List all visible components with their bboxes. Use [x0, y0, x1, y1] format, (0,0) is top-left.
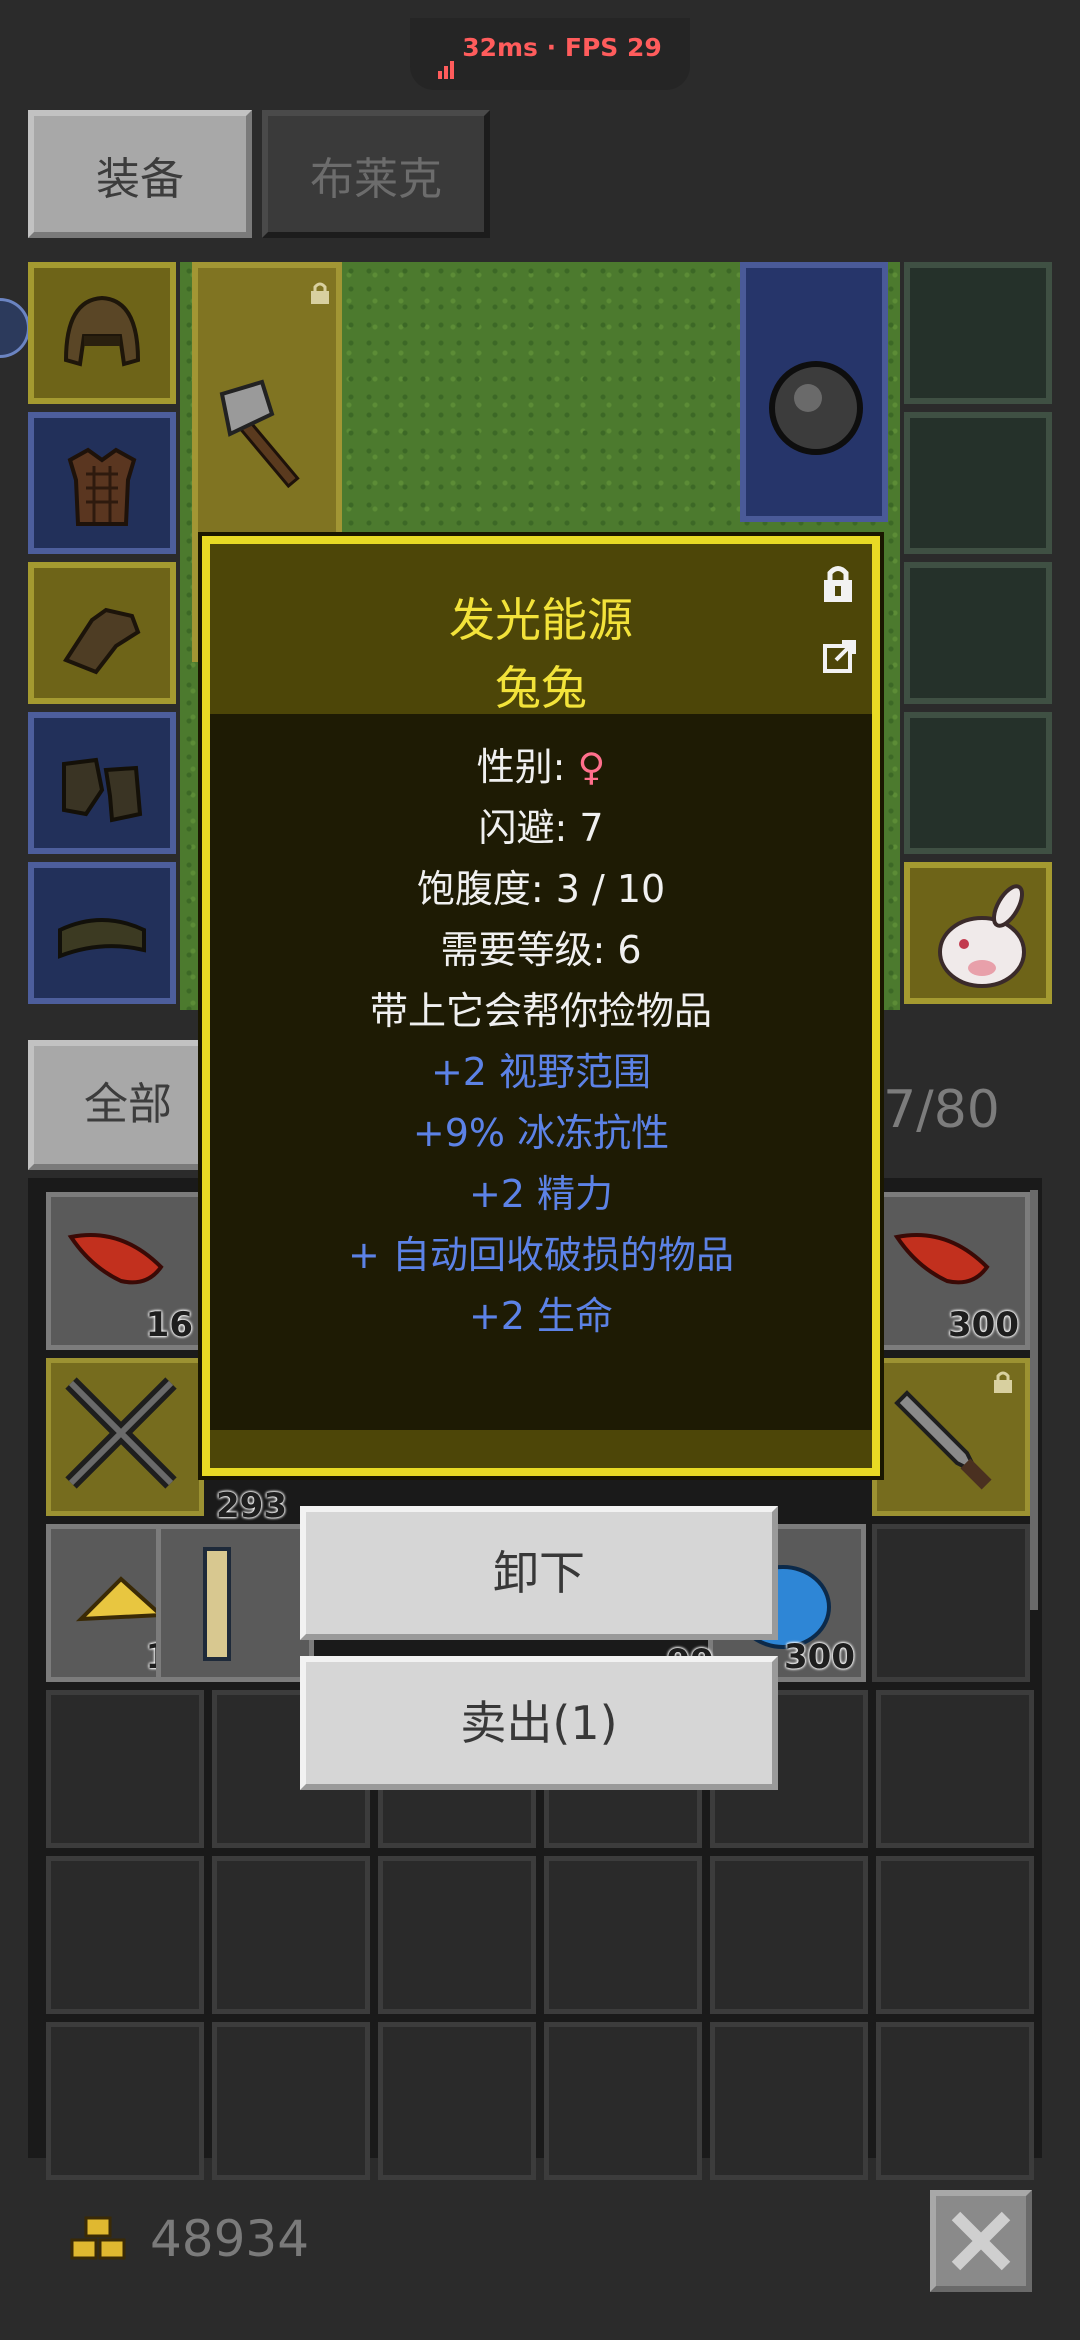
bag-slot-empty[interactable] — [710, 1856, 868, 2014]
bag-slot-empty[interactable] — [710, 2022, 868, 2180]
helmet-slot[interactable] — [28, 262, 176, 404]
bag-slot-feather[interactable]: 16 — [46, 1192, 204, 1350]
item-count: 293 — [216, 1486, 287, 1526]
bag-scrollbar[interactable] — [1030, 1190, 1038, 1610]
bag-slot-empty[interactable] — [876, 1690, 1034, 1848]
stat-label: 性别: — [476, 745, 578, 789]
close-icon — [951, 2211, 1011, 2271]
bonus-line: +9% 冰冻抗性 — [412, 1111, 670, 1155]
network-status: 32ms · FPS 29 — [410, 18, 690, 90]
bag-slot-empty[interactable] — [212, 2022, 370, 2180]
chestplate-icon — [67, 447, 137, 526]
female-icon: ♀ — [577, 745, 606, 789]
item-count: 300 — [948, 1305, 1019, 1345]
bonus-line: +2 精力 — [468, 1172, 614, 1216]
signal-icon — [438, 19, 456, 79]
shield-icon — [769, 361, 863, 455]
gold-amount: 48934 — [150, 2210, 310, 2268]
sell-button[interactable]: 卖出(1) — [300, 1656, 778, 1790]
gold-coins-icon — [70, 2216, 126, 2260]
boots-icon — [62, 757, 143, 823]
bag-slot-empty[interactable] — [544, 1856, 702, 2014]
ping-text: 32ms — [462, 33, 538, 62]
stat-satiety: 饱腹度: 3 / 10 — [416, 867, 666, 911]
helmet-icon — [63, 295, 141, 367]
bag-slot-empty[interactable] — [876, 1856, 1034, 2014]
scroll-icon — [203, 1547, 231, 1661]
close-button[interactable] — [930, 2190, 1032, 2292]
tab-equipment[interactable]: 装备 — [28, 110, 252, 238]
stat-gender: 性别: ♀ — [210, 736, 872, 791]
stat-dodge: 闪避: 7 — [478, 806, 604, 850]
bag-slot-dagger[interactable] — [872, 1358, 1030, 1516]
item-count: 16 — [145, 1305, 193, 1345]
bag-slot-empty[interactable] — [544, 2022, 702, 2180]
lock-icon — [994, 1371, 1012, 1393]
bonus-line: + 自动回收破损的物品 — [348, 1233, 734, 1277]
accessory-slot-2[interactable] — [904, 412, 1052, 554]
gloves-slot[interactable] — [28, 562, 176, 704]
bag-slot-empty[interactable] — [46, 1690, 204, 1848]
pet-slot[interactable] — [904, 862, 1052, 1004]
bonus-line: +2 生命 — [468, 1294, 614, 1338]
fps-text: FPS 29 — [564, 33, 662, 62]
shield-slot[interactable] — [740, 262, 888, 522]
tab-all-items[interactable]: 全部 — [28, 1040, 228, 1170]
accessory-slot-1[interactable] — [904, 262, 1052, 404]
bag-slot-empty[interactable] — [46, 2022, 204, 2180]
rabbit-icon — [938, 884, 1026, 988]
tab-blake[interactable]: 布莱克 — [262, 110, 490, 238]
bonus-line: +2 视野范围 — [430, 1050, 652, 1094]
bag-slot-scroll[interactable] — [156, 1524, 314, 1682]
lock-icon — [311, 282, 329, 304]
share-icon[interactable] — [822, 638, 858, 674]
lock-icon[interactable] — [820, 562, 856, 604]
accessory-slot-3[interactable] — [904, 562, 1052, 704]
bag-slot-empty[interactable] — [876, 2022, 1034, 2180]
bag-slot-empty[interactable] — [46, 1856, 204, 2014]
bag-slot-empty[interactable] — [378, 1856, 536, 2014]
status-separator: · — [546, 33, 557, 62]
bag-slot-feather-2[interactable]: 300 — [872, 1192, 1030, 1350]
belt-icon — [58, 918, 146, 959]
bag-slot-empty[interactable] — [212, 1856, 370, 2014]
unequip-button[interactable]: 卸下 — [300, 1506, 778, 1640]
axe-icon — [219, 379, 300, 488]
boots-slot[interactable] — [28, 712, 176, 854]
item-name: 兔兔 — [495, 661, 587, 715]
item-tooltip: 发光能源 兔兔 性别: ♀ 闪避: 7 饱腹度: 3 / 10 需要等级: 6 … — [202, 536, 880, 1476]
armor-slot[interactable] — [28, 412, 176, 554]
stat-level: 需要等级: 6 — [440, 928, 642, 972]
bag-slot-empty[interactable] — [872, 1524, 1030, 1682]
accessory-slot-4[interactable] — [904, 712, 1052, 854]
glove-icon — [62, 607, 141, 675]
tooltip-footer — [210, 1430, 872, 1468]
item-count: 300 — [784, 1637, 855, 1677]
stat-description: 带上它会帮你捡物品 — [369, 989, 712, 1033]
item-title: 发光能源 — [449, 593, 633, 647]
side-indicator[interactable] — [0, 298, 30, 358]
bag-slot-empty[interactable] — [378, 2022, 536, 2180]
belt-slot[interactable] — [28, 862, 176, 1004]
